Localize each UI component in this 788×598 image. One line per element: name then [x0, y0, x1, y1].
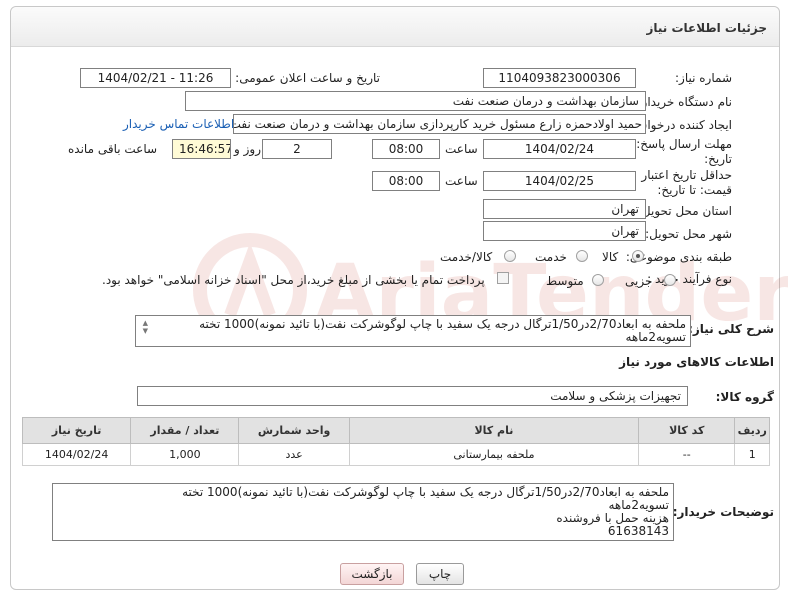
- category-option-goods: کالا: [602, 250, 619, 264]
- days-field: 2: [262, 139, 332, 159]
- col-date: تاریخ نیاز: [21, 417, 132, 444]
- col-unit: واحد شمارش: [238, 417, 350, 444]
- col-name: نام کالا: [348, 417, 640, 444]
- buyer-notes-line: ملحفه به ابعاد2/70در1/50ترگال درجه یک سف…: [182, 485, 669, 499]
- process-radio-minor[interactable]: [664, 274, 676, 286]
- need-number-field: 1104093823000306: [483, 68, 636, 88]
- validity-date-field: 1404/02/25: [483, 171, 636, 191]
- buyer-org-label: نام دستگاه خریدار:: [637, 95, 733, 109]
- col-qty: تعداد / مقدار: [130, 417, 240, 444]
- back-button[interactable]: بازگشت: [340, 563, 404, 585]
- category-radio-goods[interactable]: [632, 250, 644, 262]
- cell-row: 1: [734, 443, 770, 466]
- days-label: روز و: [234, 142, 261, 156]
- goods-group-field: تجهیزات پزشکی و سلامت: [137, 386, 688, 406]
- province-field: تهران: [483, 199, 646, 219]
- city-field: تهران: [483, 221, 646, 241]
- city-label: شهر محل تحویل:: [645, 227, 732, 241]
- overall-desc-label: شرح کلی نیاز:: [688, 322, 774, 336]
- province-label: استان محل تحویل:: [637, 204, 732, 218]
- category-option-goods-service: کالا/خدمت: [440, 250, 493, 264]
- category-radio-service[interactable]: [576, 250, 588, 262]
- goods-info-heading: اطلاعات کالاهای مورد نیاز: [619, 355, 774, 369]
- deadline-date-field: 1404/02/24: [483, 139, 636, 159]
- buyer-notes-line: 61638143: [607, 524, 669, 538]
- announce-label: تاریخ و ساعت اعلان عمومی:: [235, 71, 380, 85]
- process-option-medium: متوسط: [546, 274, 584, 288]
- buyer-notes-label: توضیحات خریدار:: [672, 505, 774, 519]
- announce-field: 1404/02/21 - 11:26: [80, 68, 231, 88]
- cell-date: 1404/02/24: [21, 443, 132, 466]
- cell-qty: 1,000: [130, 443, 240, 466]
- process-label: نوع فرآیند خرید :: [647, 272, 732, 286]
- deadline-label: مهلت ارسال پاسخ: تا تاریخ:: [625, 137, 732, 166]
- cell-unit: عدد: [238, 443, 350, 466]
- buyer-notes-textarea[interactable]: ملحفه به ابعاد2/70در1/50ترگال درجه یک سف…: [52, 483, 674, 541]
- buyer-org-field: سازمان بهداشت و درمان صنعت نفت: [185, 91, 646, 111]
- goods-group-label: گروه کالا:: [715, 390, 774, 404]
- overall-desc-text: ملحفه به ابعاد2/70در1/50ترگال درجه یک سف…: [199, 317, 686, 344]
- need-number-label: شماره نیاز:: [675, 71, 732, 85]
- category-radio-goods-service[interactable]: [504, 250, 516, 262]
- treasury-checkbox[interactable]: [497, 272, 509, 284]
- cell-name: ملحفه بیمارستانی: [348, 443, 640, 466]
- panel-header: جزئیات اطلاعات نیاز: [11, 7, 779, 47]
- validity-time-label: ساعت: [445, 174, 478, 188]
- buyer-contact-link[interactable]: اطلاعات تماس خریدار: [123, 117, 234, 131]
- table-row: 1 -- ملحفه بیمارستانی عدد 1,000 1404/02/…: [21, 443, 770, 466]
- page-title: جزئیات اطلاعات نیاز: [646, 21, 767, 35]
- process-option-minor: جزیی: [625, 274, 653, 288]
- creator-field: حمید اولادحمزه زارع مسئول خرید کارپردازی…: [233, 114, 646, 134]
- remaining-label: ساعت باقی مانده: [68, 142, 158, 156]
- scroll-arrows-icon[interactable]: ▲ ▼: [139, 319, 148, 335]
- payment-note: پرداخت تمام یا بخشی از مبلغ خرید،از محل …: [102, 273, 485, 287]
- cell-code: --: [638, 443, 736, 466]
- category-option-service: خدمت: [535, 250, 567, 264]
- print-button[interactable]: چاپ: [416, 563, 464, 585]
- process-radio-medium[interactable]: [592, 274, 604, 286]
- overall-desc-textarea[interactable]: ▲ ▼ ملحفه به ابعاد2/70در1/50ترگال درجه یک…: [135, 315, 691, 347]
- remaining-time-field: 16:46:57: [172, 139, 231, 159]
- deadline-time-field: 08:00: [372, 139, 440, 159]
- col-code: کد کالا: [638, 417, 736, 444]
- deadline-time-label: ساعت: [445, 142, 478, 156]
- validity-time-field: 08:00: [372, 171, 440, 191]
- buyer-notes-line: هزینه حمل با فروشنده: [556, 511, 669, 525]
- items-table: ردیف کد کالا نام کالا واحد شمارش تعداد /…: [21, 417, 770, 466]
- col-row: ردیف: [734, 417, 770, 444]
- table-header-row: ردیف کد کالا نام کالا واحد شمارش تعداد /…: [21, 417, 770, 444]
